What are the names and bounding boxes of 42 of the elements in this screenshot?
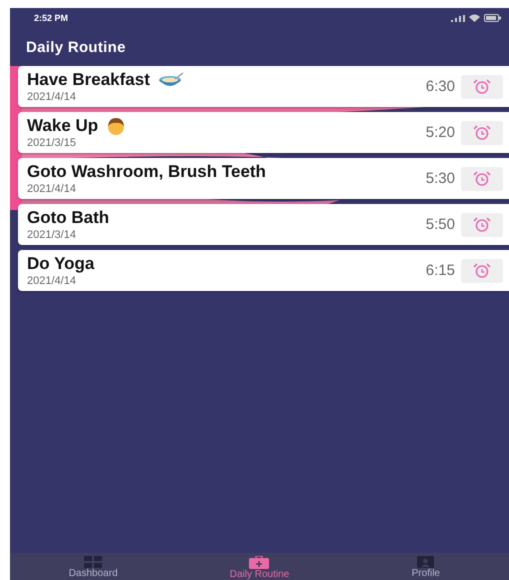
battery-icon (484, 14, 501, 22)
routine-card[interactable]: Goto Washroom, Brush Teeth 2021/4/14 5:30 (18, 158, 509, 199)
routine-name: Do Yoga (27, 254, 94, 274)
routine-name: Goto Bath (27, 208, 110, 228)
dashboard-icon (84, 556, 102, 568)
nav-tab[interactable]: Dashboard (10, 553, 176, 580)
alarm-clock-icon (473, 79, 491, 94)
routine-time: 5:50 (426, 216, 455, 233)
routine-card[interactable]: Goto Bath 2021/3/14 5:50 (18, 204, 509, 245)
routine-date: 2021/4/14 (27, 91, 77, 103)
alarm-clock-icon (473, 125, 491, 140)
routine-name: Goto Washroom, Brush Teeth (27, 162, 266, 182)
routine-name: Wake Up (27, 116, 98, 136)
routine-date: 2021/3/14 (27, 229, 77, 241)
routine-time: 5:20 (426, 124, 455, 141)
alarm-button[interactable] (461, 166, 503, 190)
routine-date: 2021/3/15 (27, 137, 77, 149)
wifi-icon (469, 14, 480, 22)
alarm-button[interactable] (461, 258, 503, 282)
routine-date: 2021/4/14 (27, 275, 77, 287)
alarm-button[interactable] (461, 212, 503, 236)
medical-kit-icon (249, 556, 270, 569)
profile-icon (417, 556, 434, 568)
routine-card[interactable]: Do Yoga 2021/4/14 6:15 (18, 250, 509, 291)
alarm-clock-icon (473, 217, 491, 232)
alarm-clock-icon (473, 171, 491, 186)
nav-tab[interactable]: Profile (342, 553, 509, 580)
routine-date: 2021/4/14 (27, 183, 77, 195)
alarm-clock-icon (473, 263, 491, 278)
routine-time: 6:30 (426, 78, 455, 95)
alarm-button[interactable] (461, 120, 503, 144)
status-time: 2:52 PM (34, 13, 68, 23)
routine-card[interactable]: Wake Up 2021/3/15 5:20 (18, 112, 509, 153)
page-title: Daily Routine (26, 39, 126, 56)
bowl-icon (158, 72, 184, 88)
alarm-button[interactable] (461, 74, 503, 98)
signal-icon (451, 14, 465, 22)
routine-name: Have Breakfast (27, 70, 150, 90)
routine-card[interactable]: Have Breakfast 2021/4/14 6:30 (18, 66, 509, 107)
person-icon (106, 117, 126, 135)
routine-time: 5:30 (426, 170, 455, 187)
routine-time: 6:15 (426, 262, 455, 279)
